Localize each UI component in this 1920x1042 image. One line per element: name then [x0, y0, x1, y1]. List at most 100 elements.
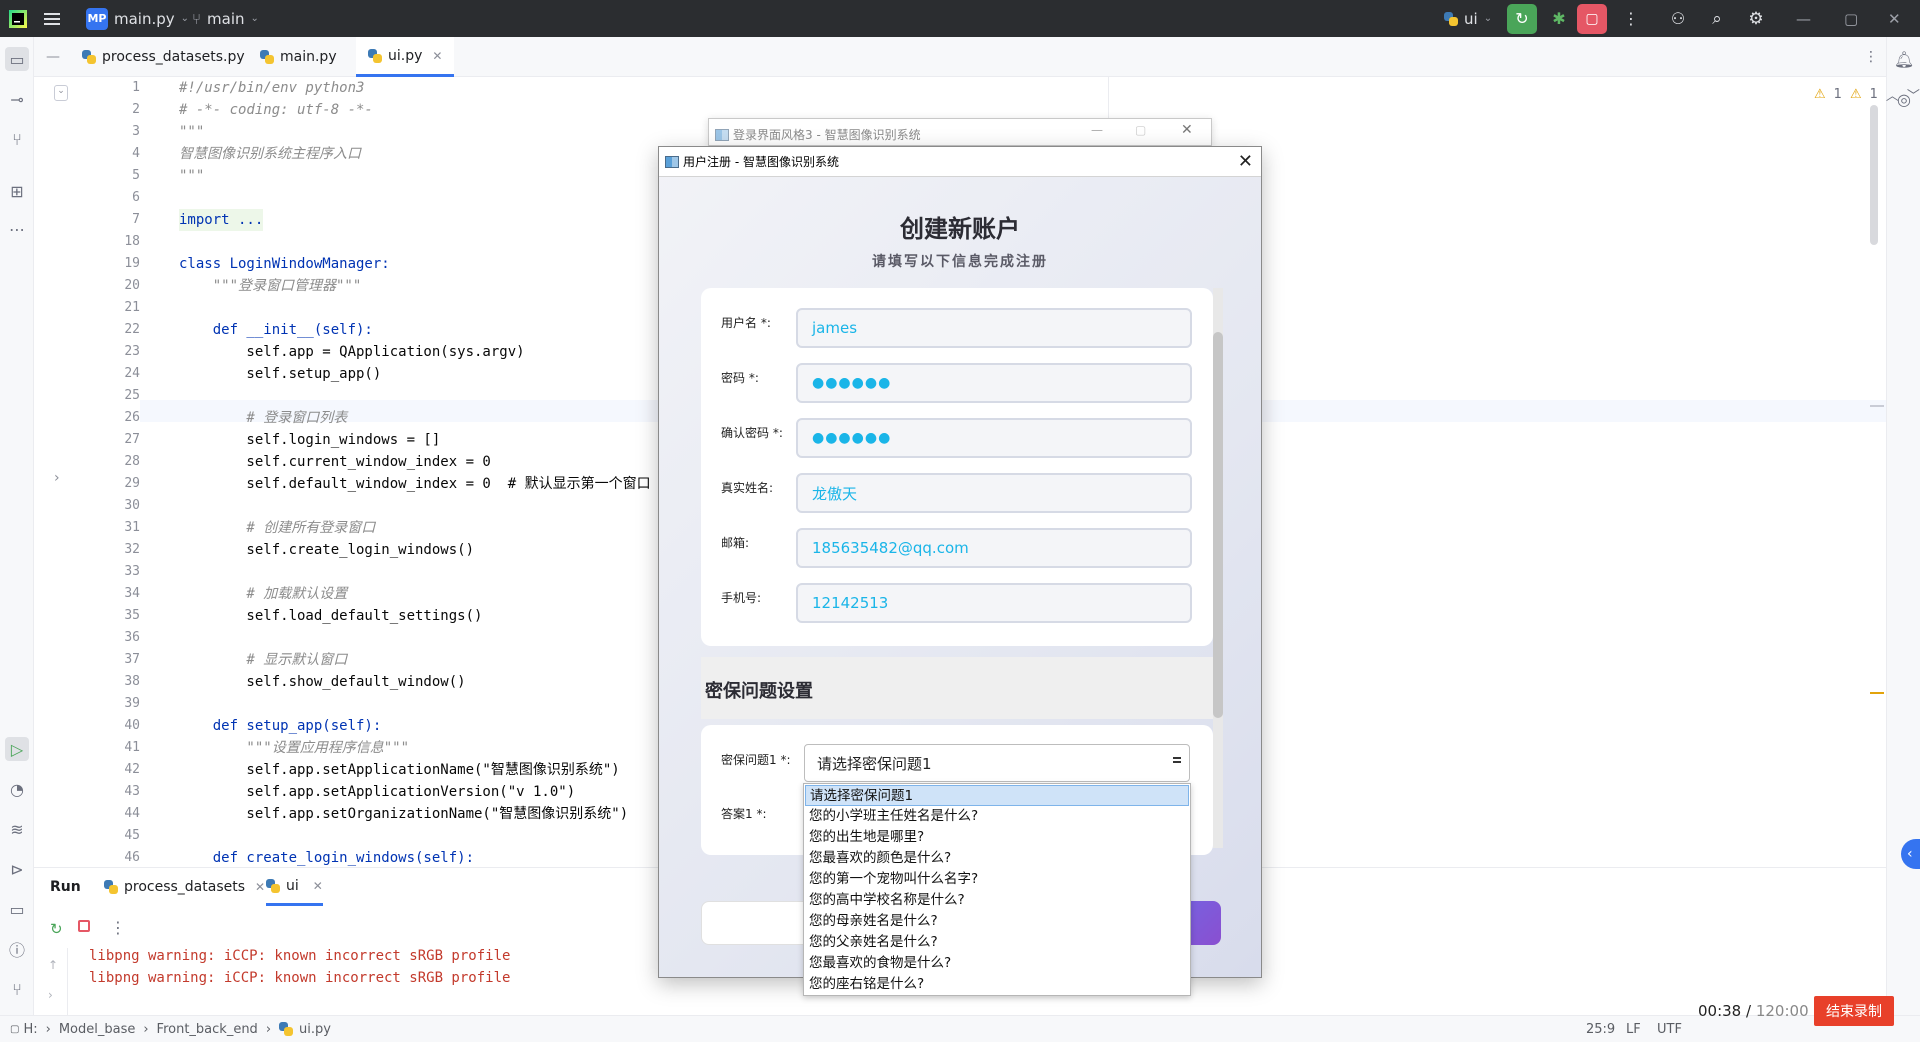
dropdown-option[interactable]: 请选择密保问题1 — [805, 785, 1189, 806]
code-line: self.create_login_windows() — [179, 542, 475, 558]
dropdown-arrow-icon — [1173, 757, 1181, 763]
line-number: 44 — [124, 806, 140, 821]
layers-icon[interactable]: ≋ — [5, 817, 29, 841]
debug-button[interactable]: ✱ — [1544, 4, 1574, 34]
structure-icon[interactable]: ⊞ — [5, 179, 29, 203]
side-collapse-button[interactable]: ‹ — [1901, 839, 1920, 869]
editor-scrollbar[interactable] — [1870, 105, 1878, 245]
dropdown-option[interactable]: 您的母亲姓名是什么? — [805, 911, 1189, 932]
maximize-button[interactable]: ▢ — [1135, 123, 1146, 137]
close-tab-icon[interactable]: ✕ — [313, 879, 323, 893]
run-panel-label: Run — [50, 879, 81, 895]
warning-count: 1 — [1833, 87, 1842, 102]
dropdown-option[interactable]: 您的出生地是哪里? — [805, 827, 1189, 848]
project-folder-icon[interactable]: ▭ — [5, 47, 29, 71]
console-line: libpng warning: iCCP: known incorrect sR… — [89, 970, 511, 986]
pull-request-icon[interactable]: ⑂ — [5, 127, 29, 151]
dropdown-option[interactable]: 您的座右铭是什么? — [805, 974, 1189, 995]
app-logo-icon[interactable] — [8, 0, 28, 37]
git-icon[interactable]: ⑂ — [5, 977, 29, 1001]
line-separator[interactable]: LF — [1626, 1016, 1641, 1042]
chevron-down-icon[interactable]: ﹀ — [1907, 85, 1920, 104]
breadcrumb-folder[interactable]: Front_back_end — [157, 1022, 258, 1037]
run-tool-icon[interactable]: ▷ — [5, 737, 29, 761]
file-encoding[interactable]: UTF — [1657, 1016, 1682, 1042]
collapse-tabs-button[interactable]: — — [34, 37, 68, 77]
more-tools-icon[interactable]: ⋯ — [5, 217, 29, 241]
dropdown-option[interactable]: 您的第一个宠物叫什么名字? — [805, 869, 1189, 890]
chevron-up-icon[interactable]: ︿ — [1886, 85, 1899, 104]
close-tab-icon[interactable]: ✕ — [432, 49, 442, 63]
password-input[interactable]: ●●●●●● — [796, 363, 1192, 403]
tab-process-datasets[interactable]: process_datasets.py — [70, 37, 257, 77]
notifications-icon[interactable]: 🔔︎ — [1892, 47, 1916, 71]
code-line: #!/usr/bin/env python3 — [179, 80, 365, 96]
dropdown-option[interactable]: 您的高中学校名称是什么? — [805, 890, 1189, 911]
scroll-up-icon[interactable]: ↑ — [48, 958, 58, 972]
more-actions-button[interactable]: ⋮ — [1616, 4, 1646, 34]
stop-recording-button[interactable]: 结束录制 — [1814, 996, 1894, 1026]
run-tab-process-datasets[interactable]: process_datasets ✕ — [104, 868, 265, 906]
confirm-password-label: 确认密码 *: — [721, 426, 783, 440]
minimize-button[interactable]: — — [1796, 0, 1811, 37]
dropdown-option[interactable]: 您的父亲姓名是什么? — [805, 932, 1189, 953]
chevron-right-icon: › — [143, 1021, 149, 1037]
recording-total: 120:00 — [1755, 1002, 1809, 1020]
run-tab-label: ui — [286, 877, 299, 894]
close-button[interactable]: ✕ — [1181, 122, 1193, 138]
tab-ui[interactable]: ui.py ✕ — [356, 37, 455, 77]
app-icon — [715, 128, 729, 141]
phone-input[interactable]: 12142513 — [796, 583, 1192, 623]
close-tab-icon[interactable]: ✕ — [255, 880, 265, 894]
line-number: 23 — [124, 344, 140, 359]
inspection-widget[interactable]: ⚠ 1 ⚠ 1 ︿ ﹀ — [1814, 85, 1920, 104]
more-vertical-icon[interactable]: ⋮ — [110, 918, 126, 937]
breadcrumb-file[interactable]: ui.py — [299, 1022, 331, 1037]
more-vertical-icon: ⋮ — [1864, 49, 1878, 65]
title-bar: MP main.py ⌄ ⑂ main ⌄ ui ⌄ ↻ ✱ ▢ ⋮ ⚇ ⌕ ⚙… — [0, 0, 1920, 37]
expand-arrow-icon[interactable]: › — [48, 988, 53, 1002]
dropdown-option[interactable]: 您最喜欢的颜色是什么? — [805, 848, 1189, 869]
close-window-button[interactable]: ✕ — [1888, 0, 1901, 37]
maximize-button[interactable]: ▢ — [1844, 0, 1858, 37]
settings-button[interactable]: ⚙ — [1741, 4, 1771, 34]
confirm-password-input[interactable]: ●●●●●● — [796, 418, 1192, 458]
commit-icon[interactable]: ⊸ — [5, 87, 29, 111]
real-name-input[interactable]: 龙傲天 — [796, 473, 1192, 513]
username-input[interactable]: james — [796, 308, 1192, 348]
question1-select[interactable]: 请选择密保问题1 — [804, 744, 1190, 782]
fold-toggle-icon[interactable]: ⌄ — [54, 85, 68, 101]
project-selector[interactable]: MP main.py ⌄ — [86, 0, 189, 37]
main-menu-icon[interactable] — [44, 0, 62, 37]
line-number: 33 — [124, 564, 140, 579]
search-button[interactable]: ⌕ — [1702, 4, 1732, 34]
branch-selector[interactable]: ⑂ main ⌄ — [192, 0, 259, 37]
email-input[interactable]: 185635482@qq.com — [796, 528, 1192, 568]
caret-position[interactable]: 25:9 — [1586, 1016, 1615, 1042]
close-dialog-button[interactable]: ✕ — [1238, 151, 1253, 172]
breadcrumb-drive[interactable]: H: — [23, 1022, 37, 1037]
rerun-button[interactable]: ↻ — [1507, 3, 1537, 34]
breadcrumb-folder[interactable]: Model_base — [59, 1022, 136, 1037]
minimize-button[interactable]: — — [1091, 123, 1103, 137]
background-login-window[interactable]: 登录界面风格3 - 智慧图像识别系统 — ▢ ✕ — [708, 118, 1212, 146]
tabs-menu-button[interactable]: ⋮ — [1852, 37, 1890, 77]
app-icon — [665, 155, 679, 168]
dropdown-option[interactable]: 您最喜欢的食物是什么? — [805, 953, 1189, 974]
dropdown-option[interactable]: 您的小学班主任姓名是什么? — [805, 806, 1189, 827]
python-console-icon[interactable]: ◔ — [5, 777, 29, 801]
run-config-selector[interactable]: ui ⌄ — [1444, 0, 1492, 37]
expand-arrow-icon[interactable]: › — [54, 470, 60, 486]
code-with-me-button[interactable]: ⚇ — [1663, 4, 1693, 34]
services-icon[interactable]: ⊳ — [5, 857, 29, 881]
stop-button[interactable]: ▢ — [1577, 3, 1607, 34]
line-number: 39 — [124, 696, 140, 711]
rerun-icon[interactable]: ↻ — [50, 920, 63, 938]
tab-main[interactable]: main.py — [248, 37, 349, 77]
status-bar: ▢ H: › Model_base › Front_back_end › ui.… — [0, 1015, 1920, 1042]
terminal-icon[interactable]: ▭ — [5, 897, 29, 921]
form-scrollbar[interactable] — [1213, 332, 1223, 718]
problems-icon[interactable]: ⓘ — [5, 937, 29, 961]
stop-icon[interactable] — [78, 920, 90, 932]
run-tab-ui[interactable]: ui ✕ — [266, 868, 323, 906]
